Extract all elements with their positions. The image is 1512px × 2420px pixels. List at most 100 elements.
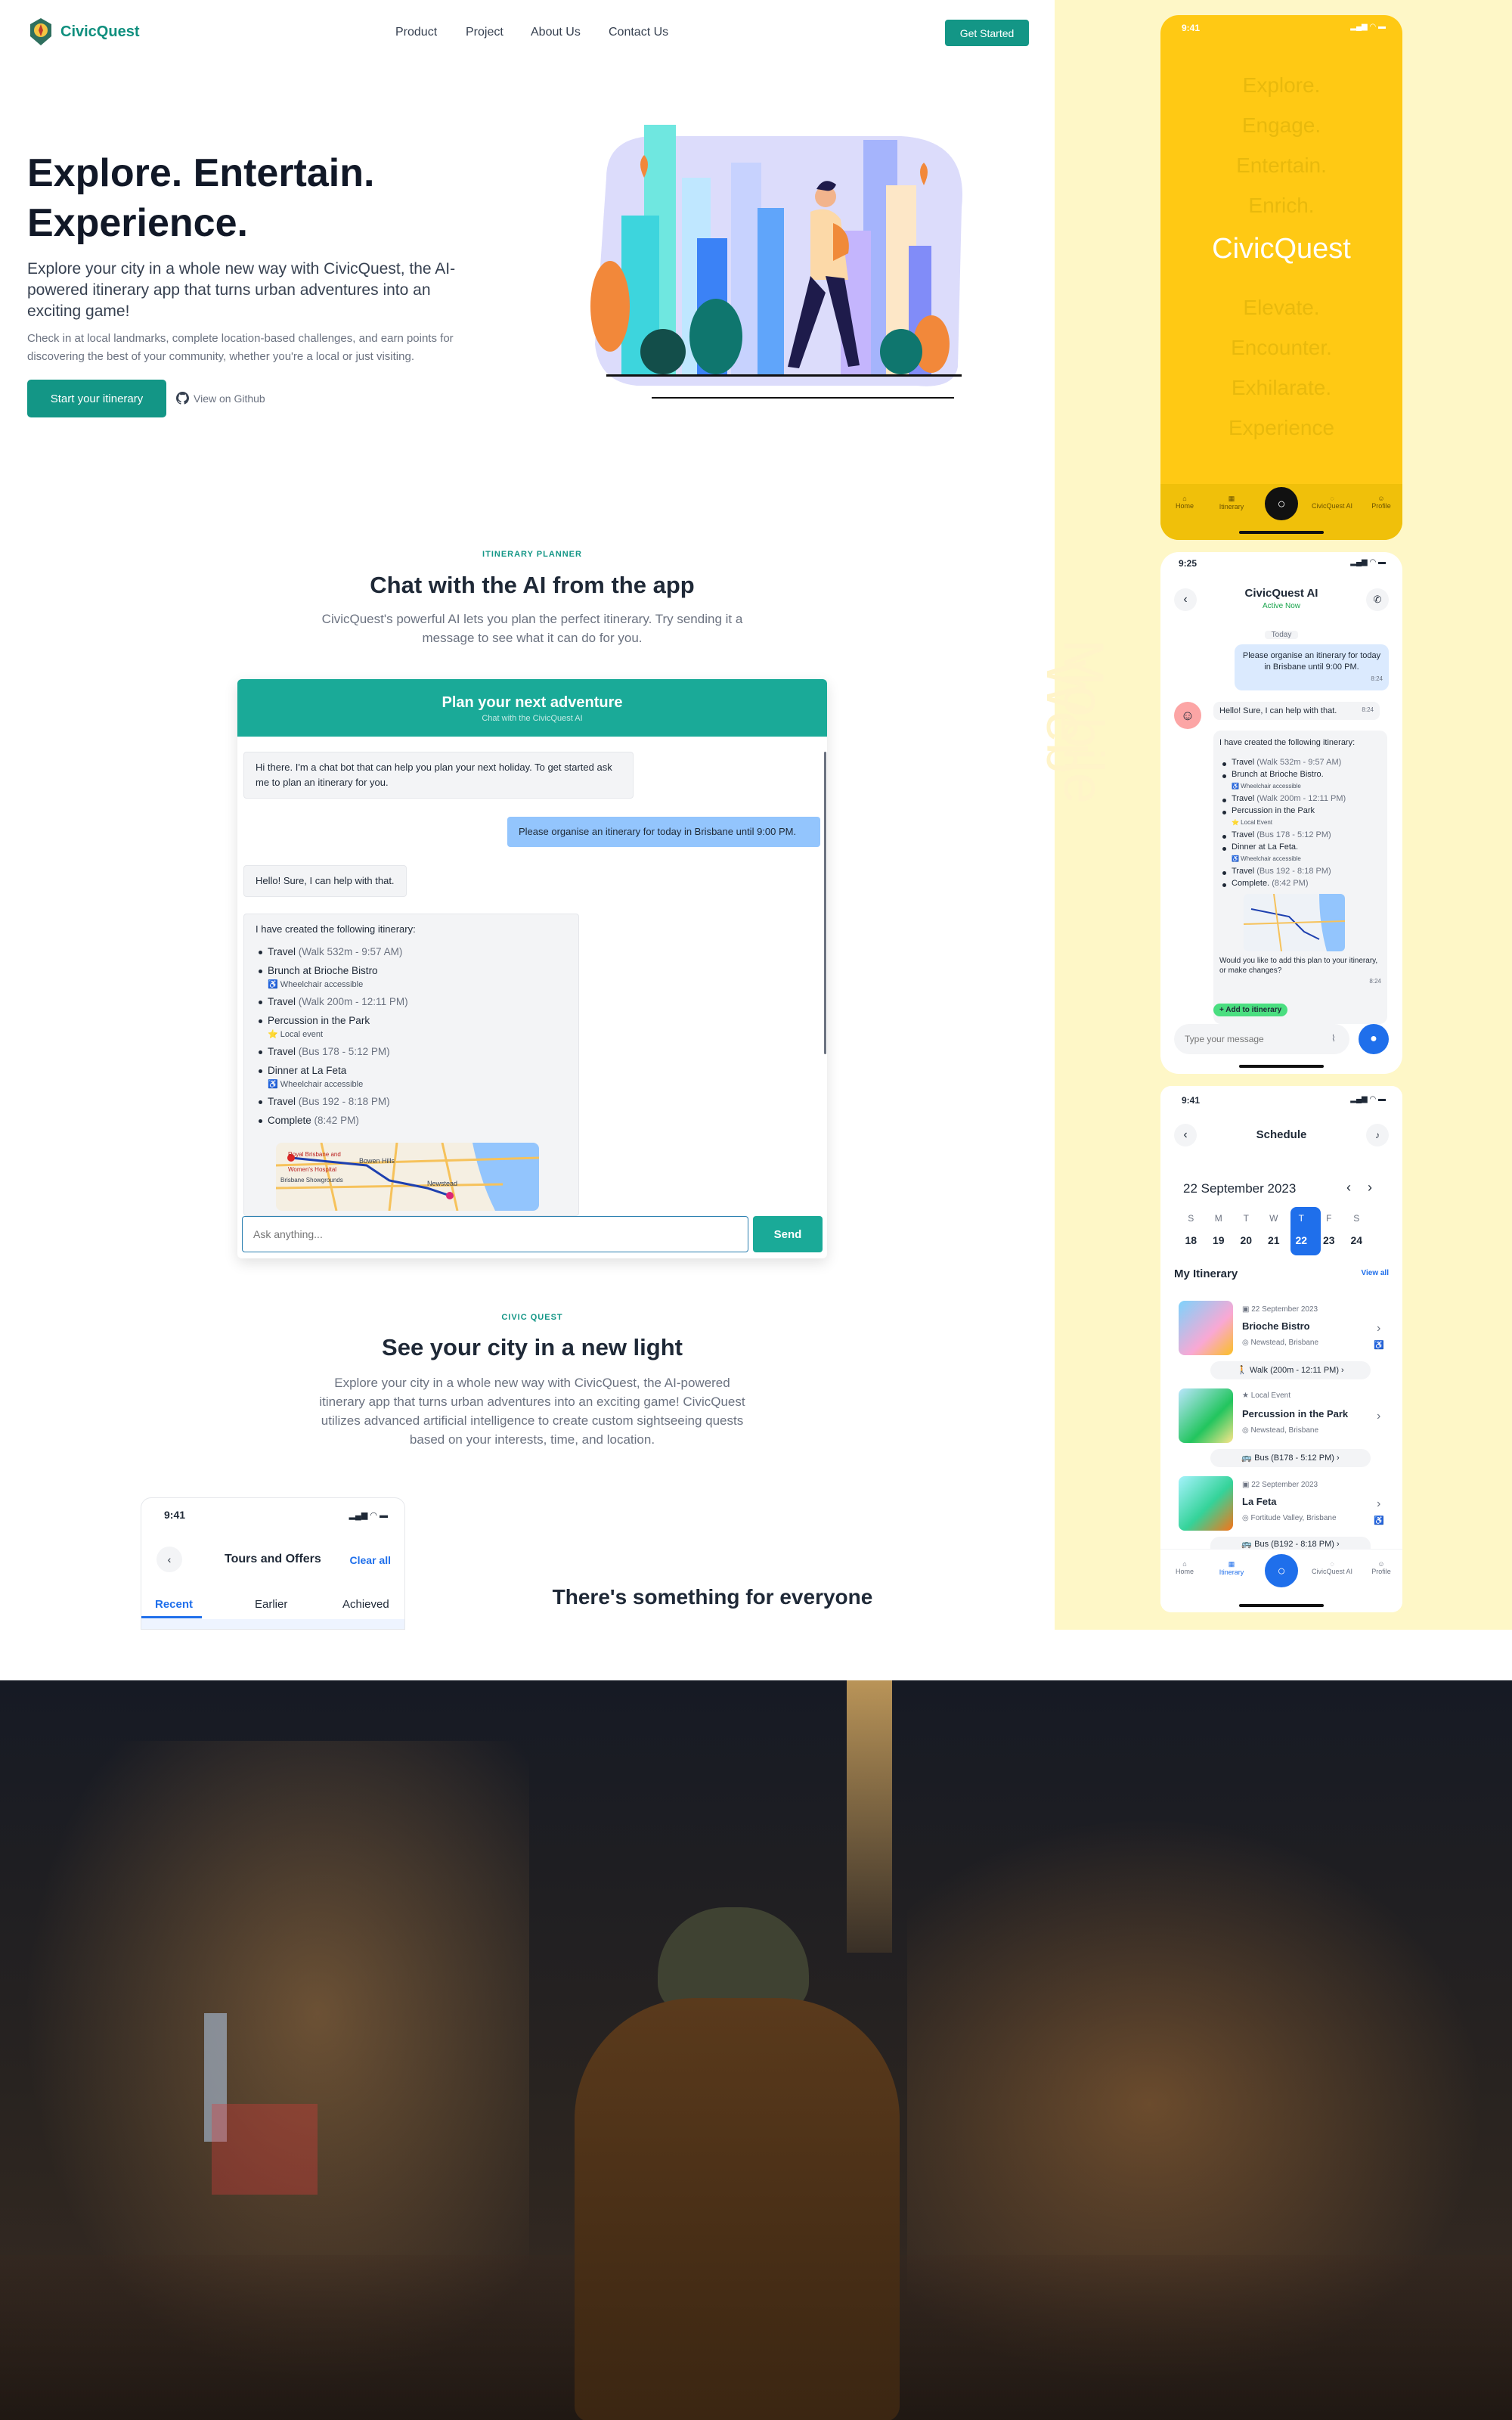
itinerary-card[interactable]: ▣ 22 September 2023 Brioche Bistro ◎ New… <box>1179 1301 1387 1361</box>
day-cell[interactable]: 23 <box>1315 1234 1343 1246</box>
day-cell[interactable]: 18 <box>1177 1234 1205 1246</box>
status-icons: ▂▄▆ ◠ ▬ <box>1350 1095 1386 1103</box>
hero-title-line2: Experience. <box>27 201 248 245</box>
hero-description: Check in at local landmarks, complete lo… <box>27 332 454 363</box>
prev-month-icon[interactable]: ‹ <box>1346 1180 1351 1196</box>
splash-brand: CivicQuest <box>1212 233 1351 265</box>
attach-icon[interactable]: ⌇ <box>1331 1033 1336 1044</box>
tab-home[interactable]: ⌂ Home <box>1162 1560 1207 1575</box>
splash-word: Entertain. <box>1236 154 1327 177</box>
mchat-itinerary-list: Travel (Walk 532m - 9:57 AM) Brunch at B… <box>1219 756 1381 889</box>
status-icons: ▂▄▆ ◠ ▬ <box>1350 23 1386 31</box>
top-nav: CivicQuest Product Project About Us Cont… <box>0 0 1055 68</box>
civic-text: Explore your city in a whole new way wit… <box>319 1376 745 1447</box>
item-note: ♿ Wheelchair accessible <box>1232 783 1301 790</box>
card-meta-text: 22 September 2023 <box>1251 1481 1318 1489</box>
item-detail: (Bus 178 - 5:12 PM) <box>298 1046 390 1057</box>
start-itinerary-button[interactable]: Start your itinerary <box>27 380 166 417</box>
schedule-phone: 9:41 ▂▄▆ ◠ ▬ ‹ Schedule ♪ 22 September 2… <box>1160 1086 1402 1612</box>
transit-text: Bus (B178 - 5:12 PM) <box>1254 1454 1334 1463</box>
transit-text: Bus (B192 - 8:18 PM) <box>1254 1540 1334 1549</box>
phone-call-icon[interactable]: ✆ <box>1366 588 1389 611</box>
chat-input[interactable] <box>242 1216 748 1252</box>
search-fab-icon[interactable]: ○ <box>1265 487 1298 520</box>
search-fab-icon[interactable]: ○ <box>1265 1554 1298 1587</box>
next-month-icon[interactable]: › <box>1368 1180 1372 1196</box>
card-meta: ▣ 22 September 2023 <box>1242 1481 1318 1489</box>
bell-icon[interactable]: ♪ <box>1366 1124 1389 1146</box>
item-detail: (Walk 200m - 12:11 PM) <box>298 996 408 1007</box>
tab-ai[interactable]: ◌ CivicQuest AI <box>1306 1560 1359 1575</box>
splash-word: Experience <box>1228 416 1335 439</box>
tab-earlier[interactable]: Earlier <box>255 1598 287 1611</box>
tab-underline <box>141 1616 202 1618</box>
nav-link-about[interactable]: About Us <box>531 26 581 39</box>
tours-status-time: 9:41 <box>164 1509 186 1521</box>
item-note: ♿ Wheelchair accessible <box>1232 855 1301 862</box>
list-item[interactable] <box>141 1619 404 1629</box>
item-detail: (8:42 PM) <box>314 1115 359 1126</box>
send-button[interactable]: Send <box>753 1216 823 1252</box>
add-to-itinerary-button[interactable]: + Add to itinerary <box>1213 1004 1288 1016</box>
day-cell[interactable]: 20 <box>1232 1234 1260 1246</box>
card-title: La Feta <box>1242 1496 1277 1507</box>
mchat-intro: I have created the following itinerary: <box>1219 738 1356 747</box>
chat-itinerary-list: Travel (Walk 532m - 9:57 AM) Brunch at B… <box>256 945 567 1128</box>
chat-map[interactable]: Royal Brisbane and Women's Hospital Bowe… <box>276 1143 539 1211</box>
tab-itinerary[interactable]: ▦ Itinerary <box>1209 1560 1254 1576</box>
item-main: Complete. <box>1232 879 1270 888</box>
transit-pill[interactable]: 🚌 Bus (B192 - 8:18 PM) › <box>1210 1537 1371 1549</box>
itinerary-card[interactable]: ★ Local Event Percussion in the Park ◎ N… <box>1179 1388 1387 1449</box>
weekday: T <box>1298 1213 1304 1224</box>
tours-title: Tours and Offers <box>225 1553 321 1565</box>
day-cell[interactable]: 19 <box>1205 1234 1233 1246</box>
photo-jacket <box>575 1998 900 2420</box>
view-all-link[interactable]: View all <box>1361 1269 1389 1277</box>
weekday: S <box>1188 1213 1194 1224</box>
item-note: ♿ Wheelchair accessible <box>268 980 364 989</box>
tab-ai[interactable]: ◌ CivicQuest AI <box>1306 495 1359 510</box>
mchat-input[interactable] <box>1174 1024 1349 1054</box>
microphone-icon[interactable]: ● <box>1359 1024 1389 1054</box>
item-main: Dinner at La Feta. <box>1232 842 1299 852</box>
tab-profile[interactable]: ☺ Profile <box>1359 1560 1402 1575</box>
splash-words-top: Explore. Engage. Entertain. Enrich. <box>1160 65 1402 225</box>
back-icon[interactable]: ‹ <box>156 1547 182 1572</box>
nav-link-product[interactable]: Product <box>395 26 437 39</box>
night-street-photo <box>0 1680 1512 2420</box>
github-link[interactable]: View on Github <box>176 392 265 405</box>
map-label-newstead: Newstead <box>427 1180 458 1187</box>
tab-home[interactable]: ⌂ Home <box>1162 495 1207 510</box>
item-detail: (8:42 PM) <box>1272 879 1309 888</box>
tab-profile[interactable]: ☺ Profile <box>1359 495 1402 510</box>
item-main: Brunch at Brioche Bistro <box>268 965 378 976</box>
item-detail: (Bus 192 - 8:18 PM) <box>298 1096 390 1107</box>
day-row: 18 19 20 21 22 23 24 <box>1177 1234 1396 1246</box>
nav-link-project[interactable]: Project <box>466 26 503 39</box>
item-main: Travel <box>268 1096 296 1107</box>
hero-title-line1: Explore. Entertain. <box>27 151 375 195</box>
transit-pill[interactable]: 🚌 Bus (B178 - 5:12 PM) › <box>1210 1449 1371 1467</box>
photo-red-sign <box>212 2104 318 2195</box>
transit-pill[interactable]: 🚶 Walk (200m - 12:11 PM) › <box>1210 1361 1371 1379</box>
get-started-button[interactable]: Get Started <box>945 20 1029 46</box>
day-cell-selected[interactable]: 22 <box>1287 1234 1315 1246</box>
chat-itinerary-intro: I have created the following itinerary: <box>256 923 416 935</box>
compass-logo-icon <box>30 18 51 45</box>
mchat-map[interactable] <box>1244 894 1345 951</box>
tab-achieved[interactable]: Achieved <box>342 1598 389 1611</box>
card-location: ◎ Newstead, Brisbane <box>1242 1339 1319 1347</box>
nav-link-contact[interactable]: Contact Us <box>609 26 668 39</box>
tab-recent[interactable]: Recent <box>155 1598 193 1611</box>
brand-logo[interactable]: CivicQuest <box>27 17 139 47</box>
day-cell[interactable]: 21 <box>1260 1234 1288 1246</box>
day-cell[interactable]: 24 <box>1343 1234 1371 1246</box>
clear-all-button[interactable]: Clear all <box>350 1554 391 1566</box>
tab-itinerary[interactable]: ▦ Itinerary <box>1209 495 1254 510</box>
chat-scrollbar[interactable] <box>824 752 826 1054</box>
itinerary-card[interactable]: ▣ 22 September 2023 La Feta ◎ Fortitude … <box>1179 1476 1387 1537</box>
home-indicator <box>1239 531 1324 534</box>
item-main: Dinner at La Feta <box>268 1065 347 1076</box>
photo-neon-sign <box>847 1680 892 1953</box>
card-meta-text: Local Event <box>1250 1392 1291 1400</box>
